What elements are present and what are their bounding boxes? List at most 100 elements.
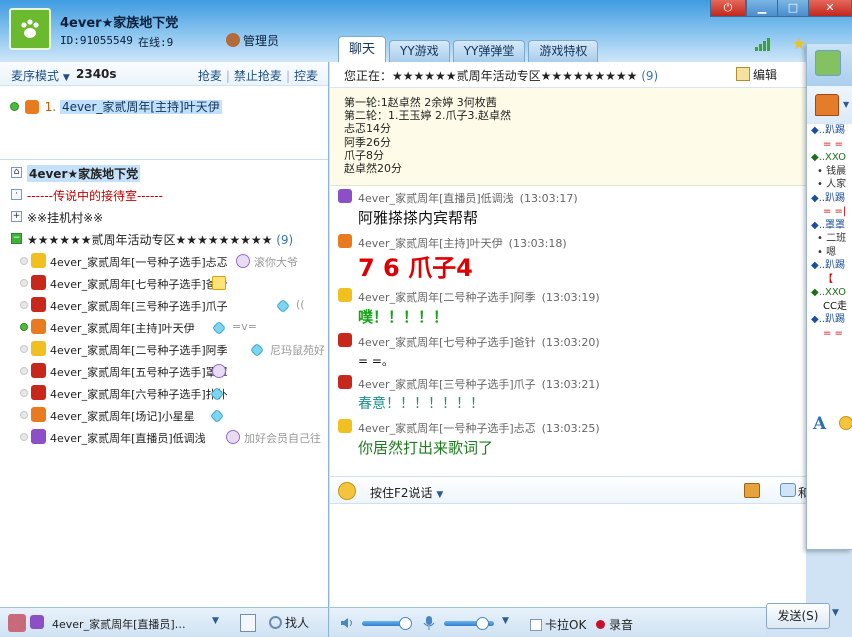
edit-icon — [736, 67, 750, 81]
message-sender[interactable]: 4ever_家贰周年[三号种子选手]爪子 — [358, 378, 536, 391]
member-row[interactable]: 4ever_家贰周年[五号种子选手]罩罩 — [0, 360, 329, 382]
channel-reception[interactable]: · ------传说中的接待室------ — [0, 184, 329, 206]
group-message-item[interactable]: ◆..趴踢 — [807, 313, 852, 327]
forbid-grab-mic-button[interactable]: 禁止抢麦 — [234, 69, 282, 83]
expand-icon[interactable]: + — [11, 211, 22, 222]
channel-hangout[interactable]: + ※※挂机村※※ — [0, 206, 329, 228]
list-icon[interactable] — [240, 614, 256, 632]
chevron-down-icon[interactable]: ▼ — [832, 608, 839, 618]
group-message-item[interactable]: = = — [807, 138, 852, 152]
font-icon[interactable]: A — [813, 414, 826, 434]
home-icon[interactable] — [815, 94, 839, 116]
emoji-icon[interactable] — [839, 416, 852, 430]
message-sender[interactable]: 4ever_家贰周年[七号种子选手]爸针 — [358, 336, 536, 349]
avatar[interactable] — [815, 50, 841, 76]
tab-0[interactable]: 聊天 — [338, 36, 387, 62]
home-icon: ⌂ — [11, 167, 22, 178]
microphone-icon[interactable] — [423, 615, 435, 631]
member-row[interactable]: 4ever_家贰周年[六号种子选手]扑扑 — [0, 382, 329, 404]
message-input[interactable] — [330, 504, 806, 607]
chevron-down-icon[interactable]: ▼ — [502, 616, 509, 626]
member-row[interactable]: 4ever_家贰周年[一号种子选手]忐忑 滚你大爷 — [0, 250, 329, 272]
chevron-down-icon: ▼ — [436, 490, 444, 500]
record-button[interactable]: 录音 — [596, 616, 633, 633]
chat-bubble-icon[interactable] — [780, 483, 796, 497]
close-button[interactable]: ✕ — [808, 0, 852, 17]
search-icon — [269, 616, 282, 629]
star-icon[interactable]: ★ — [792, 34, 806, 53]
send-button[interactable]: 发送(S) — [766, 603, 830, 629]
message-sender[interactable]: 4ever_家贰周年[一号种子选手]忐忑 — [358, 422, 536, 435]
group-message-item[interactable]: ◆..罩罩 — [807, 219, 852, 233]
find-user-button[interactable]: 找人 — [269, 614, 309, 631]
message-text: 春意！！！！！！！ — [358, 396, 484, 412]
crown-badge-icon — [212, 276, 226, 290]
user-avatar-icon — [31, 341, 46, 356]
group-message-item[interactable]: • 人家 — [807, 178, 852, 192]
member-row[interactable]: 4ever_家贰周年[直播员]低调浅 加好会员自己往 — [0, 426, 329, 448]
member-signature: 加好会员自己往 — [244, 432, 321, 445]
speaker-volume-slider[interactable] — [362, 617, 412, 630]
member-row[interactable]: 4ever_家贰周年[七号种子选手]爸针 — [0, 272, 329, 294]
group-message-item[interactable]: ◆..趴踢 — [807, 259, 852, 273]
tab-1[interactable]: YY游戏 — [389, 40, 450, 62]
mic-volume-slider[interactable] — [444, 617, 494, 630]
group-message-item[interactable]: CC走 — [807, 300, 852, 314]
group-message-item[interactable]: 【 — [807, 273, 852, 287]
status-dot-icon — [20, 323, 28, 331]
admin-button[interactable]: 管理员 — [226, 32, 279, 49]
karaoke-checkbox[interactable]: 卡拉OK — [530, 616, 586, 633]
purple-badge-icon — [236, 254, 250, 268]
minimize-button[interactable]: ▁ — [746, 0, 778, 17]
control-mic-button[interactable]: 控麦 — [294, 69, 318, 83]
tab-3[interactable]: 游戏特权 — [528, 40, 599, 62]
user-avatar-icon — [338, 419, 352, 433]
mic-queue-item[interactable]: 1. 4ever_家贰周年[主持]叶天伊 — [10, 98, 222, 115]
tab-2[interactable]: YY弹弹堂 — [452, 40, 526, 62]
input-toolbar: 按住F2说话 ▼ 和 — [330, 476, 810, 504]
status-dot-icon — [20, 367, 28, 375]
current-channel: ★★★★★★贰周年活动专区★★★★★★★★★ — [392, 69, 638, 83]
message-sender[interactable]: 4ever_家贰周年[二号种子选手]阿季 — [358, 291, 536, 304]
group-message-item[interactable]: ◆..XXO — [807, 151, 852, 165]
collapse-icon[interactable]: − — [11, 233, 22, 244]
group-message-item[interactable]: = =| — [807, 205, 852, 219]
chevron-down-icon[interactable]: ▼ — [843, 100, 849, 109]
channel-root[interactable]: ⌂ 4ever★家族地下党 — [0, 162, 329, 184]
slider-handle[interactable] — [398, 617, 412, 630]
chevron-down-icon[interactable]: ▼ — [212, 616, 219, 626]
member-row[interactable]: 4ever_家贰周年[主持]叶天伊 =v= — [0, 316, 329, 338]
emoji-icon[interactable] — [338, 482, 356, 500]
slider-handle[interactable] — [475, 617, 489, 630]
message-time: (13:03:25) — [541, 422, 600, 435]
diamond-badge-icon — [249, 342, 265, 358]
chat-history[interactable]: 4ever_家贰周年[直播员]低调浅 (13:03:17) 阿雅搽搽内宾帮帮 4eve… — [330, 186, 806, 476]
member-name: 4ever_家贰周年[一号种子选手]忐忑 — [50, 256, 228, 269]
edit-button[interactable]: 编辑 — [736, 66, 777, 83]
message-sender[interactable]: 4ever_家贰周年[主持]叶天伊 — [358, 237, 503, 250]
member-row[interactable]: 4ever_家贰周年[三号种子选手]爪子 (( — [0, 294, 329, 316]
member-name: 4ever_家贰周年[七号种子选手]爸针 — [50, 278, 228, 291]
message-sender[interactable]: 4ever_家贰周年[直播员]低调浅 — [358, 192, 514, 205]
avatar[interactable] — [8, 614, 26, 632]
channel-active[interactable]: − ★★★★★★贰周年活动专区★★★★★★★★★ (9) — [0, 228, 329, 250]
group-message-item[interactable]: • 钱晨 — [807, 165, 852, 179]
power-icon[interactable]: ⏻ — [710, 0, 746, 17]
mic-mode-dropdown[interactable]: 麦序模式 ▼ — [11, 67, 70, 84]
group-message-item[interactable]: • 嗯 — [807, 246, 852, 260]
member-row[interactable]: 4ever_家贰周年[场记]小星星 — [0, 404, 329, 426]
group-message-item[interactable]: • 二班 — [807, 232, 852, 246]
message-text: = =。 — [358, 354, 394, 368]
group-message-item[interactable]: ◆..趴踢 — [807, 192, 852, 206]
member-row[interactable]: 4ever_家贰周年[二号种子选手]阿季 尼玛鼠苑好 — [0, 338, 329, 360]
group-message-item[interactable]: ◆..趴踢 — [807, 124, 852, 138]
user-avatar-icon — [31, 253, 46, 268]
group-message-item[interactable]: = = — [807, 327, 852, 341]
push-to-talk-dropdown[interactable]: 按住F2说话 ▼ — [370, 484, 443, 501]
speaker-icon[interactable] — [340, 616, 354, 630]
grab-mic-button[interactable]: 抢麦 — [198, 69, 222, 83]
user-avatar-icon — [338, 375, 352, 389]
gift-bag-icon[interactable] — [744, 483, 760, 498]
maximize-button[interactable]: □ — [777, 0, 809, 17]
group-message-item[interactable]: ◆..XXO — [807, 286, 852, 300]
